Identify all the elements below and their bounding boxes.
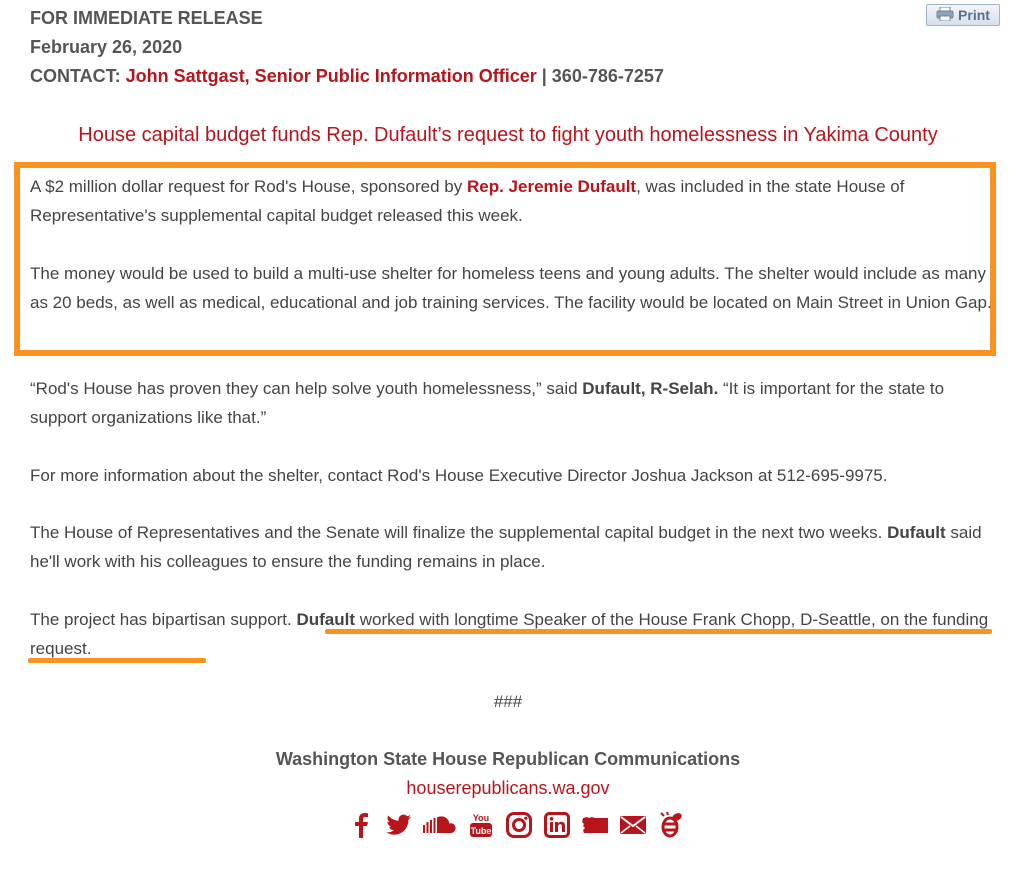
footer-website-link[interactable]: houserepublicans.wa.gov [0, 778, 1016, 799]
release-date: February 26, 2020 [30, 37, 183, 57]
paragraph-1: A $2 million dollar request for Rod's Ho… [30, 172, 1005, 230]
youtube-label-bottom: Tube [471, 826, 492, 836]
paragraph-6-text-a: The project has bipartisan support. [30, 610, 297, 629]
email-icon[interactable] [618, 810, 648, 840]
paragraph-5: The House of Representatives and the Sen… [30, 518, 1005, 576]
paragraph-5-name: Dufault [887, 523, 946, 542]
paragraph-1-text-a: A $2 million dollar request for Rod's Ho… [30, 177, 467, 196]
contact-phone: 360-786-7257 [551, 66, 664, 86]
release-label: FOR IMMEDIATE RELEASE [30, 8, 263, 28]
contact-line: CONTACT: John Sattgast, Senior Public In… [30, 62, 664, 91]
page-title: House capital budget funds Rep. Dufault’… [78, 124, 938, 146]
end-marker: ### [493, 692, 523, 711]
washington-state-icon[interactable] [580, 810, 610, 840]
print-button[interactable]: Print [926, 4, 1000, 26]
facebook-icon[interactable] [346, 810, 376, 840]
quote-part-1: “Rod's House has proven they can help so… [30, 379, 583, 398]
bee-icon[interactable] [656, 810, 686, 840]
contact-name-link[interactable]: John Sattgast, Senior Public Information… [126, 66, 537, 86]
paragraph-6: The project has bipartisan support. Dufa… [30, 605, 1005, 663]
release-header: FOR IMMEDIATE RELEASE February 26, 2020 … [30, 4, 664, 91]
paragraph-2: The money would be used to build a multi… [30, 264, 992, 312]
social-links: You Tube [346, 810, 686, 840]
print-label: Print [958, 7, 990, 23]
linkedin-icon[interactable] [542, 810, 572, 840]
twitter-icon[interactable] [384, 810, 414, 840]
quote-speaker: Dufault, R-Selah. [582, 379, 719, 398]
paragraph-5-text-a: The House of Representatives and the Sen… [30, 523, 888, 542]
paragraph-4: For more information about the shelter, … [30, 466, 888, 485]
footer-organization: Washington State House Republican Commun… [275, 749, 741, 769]
highlight-underline-1 [325, 629, 992, 634]
sponsor-link[interactable]: Rep. Jeremie Dufault [467, 177, 636, 196]
printer-icon [936, 6, 954, 24]
soundcloud-icon[interactable] [422, 810, 458, 840]
highlight-underline-2 [28, 658, 206, 663]
instagram-icon[interactable] [504, 810, 534, 840]
youtube-icon[interactable]: You Tube [466, 810, 496, 840]
contact-label: CONTACT: [30, 66, 121, 86]
paragraph-6-name: Dufault [296, 610, 356, 629]
paragraph-3: “Rod's House has proven they can help so… [30, 374, 1005, 432]
contact-separator: | [541, 66, 547, 86]
youtube-label-top: You [473, 813, 489, 823]
